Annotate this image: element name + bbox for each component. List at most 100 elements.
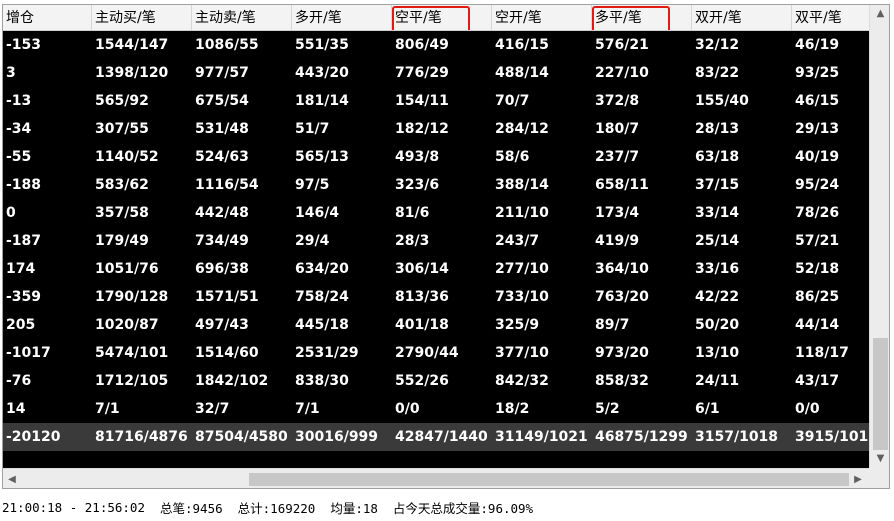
table-row[interactable]: -13 565/92 675/54 181/14 154/11 70/7 372/8 155/… [3,87,869,115]
table-cell: 1398/120 [95,65,169,81]
column-header[interactable]: 增仓 [3,5,92,30]
table-cell: 813/36 [395,289,449,305]
column-header[interactable]: 主动买/笔 [92,5,192,30]
table-cell: 658/11 [595,177,649,193]
table-cell: 243/7 [495,233,540,249]
table-cell: 0/0 [395,401,420,417]
table-cell: 442/48 [195,205,249,221]
table-cell: 576/21 [595,37,649,53]
table-cell: 95/24 [795,177,840,193]
table-cell: 146/4 [295,205,340,221]
column-header[interactable]: 空开/笔 [492,5,592,30]
table-cell: 44/14 [795,317,840,333]
table-cell: 364/10 [595,261,649,277]
table-row[interactable]: -34 307/55 531/48 51/7 182/12 284/12 180/7 28/1… [3,115,869,143]
chevron-left-icon[interactable]: ◀ [3,469,21,488]
column-header[interactable]: 多平/笔 [592,5,692,30]
table-row[interactable]: -187 179/49 734/49 29/4 28/3 243/7 419/9 25/14 5… [3,227,869,255]
table-cell: 1051/76 [95,261,159,277]
table-cell: 5474/101 [95,345,169,361]
table-cell: 493/8 [395,149,440,165]
table-cell: 86/25 [795,289,840,305]
table-cell: 155/40 [695,93,749,109]
table-cell: 445/18 [295,317,349,333]
column-header[interactable]: 双平/笔 [792,5,869,30]
column-header[interactable]: 空平/笔 [392,5,492,30]
column-header[interactable]: 双开/笔 [692,5,792,30]
table-cell: 78/26 [795,205,840,221]
table-row[interactable]: -76 1712/105 1842/102 838/30 552/26 842/32 858… [3,367,869,395]
table-cell: 87504/4580 [195,429,288,445]
table-cell: 1544/147 [95,37,169,53]
table-row[interactable]: -153 1544/147 1086/55 551/35 806/49 416/15 576… [3,31,869,59]
table-cell: 2531/29 [295,345,359,361]
table-cell: 237/7 [595,149,640,165]
table-cell: -55 [6,149,32,165]
table-cell: 31149/1021 [495,429,588,445]
horizontal-scroll-thumb[interactable] [249,473,849,486]
table-row[interactable]: 14 7/1 32/7 7/1 0/0 18/2 5/2 6/1 0/0 [3,395,869,423]
table-cell: 181/14 [295,93,349,109]
table-row[interactable]: 205 1020/87 497/43 445/18 401/18 325/9 89/7 50/… [3,311,869,339]
table-cell: 58/6 [495,149,530,165]
table-cell: 323/6 [395,177,440,193]
table-cell: 7/1 [295,401,320,417]
table-cell: 3157/1018 [695,429,779,445]
table-cell: 1790/128 [95,289,169,305]
table-cell: 307/55 [95,121,149,137]
tick-stats-grid: 增仓 主动买/笔 主动卖/笔 多开/笔 空平/笔 空开/笔 多平/笔 双开/笔 双平/笔 -15… [2,4,890,489]
table-cell: 7/1 [95,401,120,417]
chevron-up-icon[interactable]: ▲ [870,5,889,23]
table-cell: 1842/102 [195,373,269,389]
total-trades: 总笔:9456 [160,500,223,516]
table-cell: -153 [6,37,42,53]
table-cell: -1017 [6,345,51,361]
table-row[interactable]: 174 1051/76 696/38 634/20 306/14 277/10 364/10… [3,255,869,283]
column-header[interactable]: 主动卖/笔 [192,5,292,30]
table-cell: 43/17 [795,373,840,389]
table-cell: 50/20 [695,317,740,333]
table-row[interactable]: 0 357/58 442/48 146/4 81/6 211/10 173/4 33/14 78… [3,199,869,227]
table-cell: 63/18 [695,149,740,165]
table-row[interactable]: -359 1790/128 1571/51 758/24 813/36 733/10 763… [3,283,869,311]
table-cell: 89/7 [595,317,630,333]
table-cell: 1571/51 [195,289,259,305]
table-cell: 419/9 [595,233,640,249]
table-cell: -20120 [6,429,61,445]
table-cell: 734/49 [195,233,249,249]
horizontal-scrollbar[interactable]: ◀ ▶ [3,468,869,488]
vertical-scroll-thumb[interactable] [873,338,888,450]
vertical-scrollbar[interactable]: ▲ ▼ [869,5,889,468]
table-cell: 551/35 [295,37,349,53]
table-row[interactable]: 3 1398/120 977/57 443/20 776/29 488/14 227/10 8… [3,59,869,87]
table-cell: 565/92 [95,93,149,109]
average-volume: 均量:18 [330,500,378,516]
table-row[interactable]: -55 1140/52 524/63 565/13 493/8 58/6 237/7 63/1… [3,143,869,171]
chevron-right-icon[interactable]: ▶ [849,469,867,488]
table-cell: 33/16 [695,261,740,277]
table-cell: 5/2 [595,401,620,417]
table-cell: 838/30 [295,373,349,389]
total-row[interactable]: -20120 81716/4876 87504/4580 30016/999 42847… [3,423,869,451]
table-cell: 46/15 [795,93,840,109]
table-row[interactable]: -188 583/62 1116/54 97/5 323/6 388/14 658/11 37… [3,171,869,199]
table-cell: 357/58 [95,205,149,221]
table-cell: 40/19 [795,149,840,165]
table-cell: 977/57 [195,65,249,81]
table-cell: 0/0 [795,401,820,417]
table-cell: 277/10 [495,261,549,277]
table-cell: 211/10 [495,205,549,221]
chevron-down-icon[interactable]: ▼ [870,450,889,468]
table-cell: 29/13 [795,121,840,137]
table-cell: 83/22 [695,65,740,81]
table-cell: 81716/4876 [95,429,188,445]
table-cell: -13 [6,93,32,109]
table-row[interactable]: -1017 5474/101 1514/60 2531/29 2790/44 377/10… [3,339,869,367]
table-cell: 388/14 [495,177,549,193]
column-header[interactable]: 多开/笔 [292,5,392,30]
table-cell: 443/20 [295,65,349,81]
table-cell: 6/1 [695,401,720,417]
table-cell: 227/10 [595,65,649,81]
table-cell: 81/6 [395,205,430,221]
table-cell: 552/26 [395,373,449,389]
